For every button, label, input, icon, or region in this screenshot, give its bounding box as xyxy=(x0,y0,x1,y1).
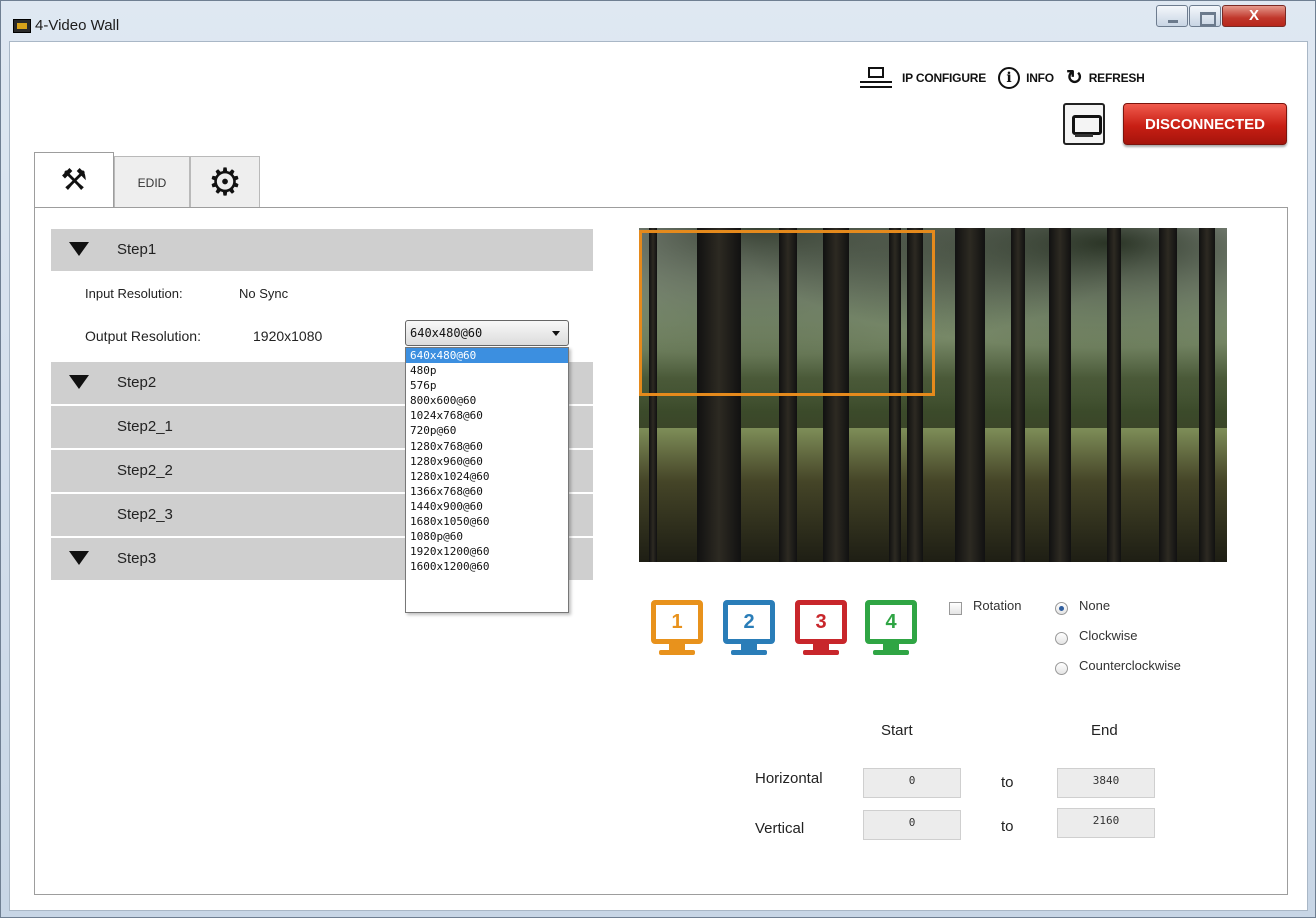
resolution-option[interactable]: 800x600@60 xyxy=(406,393,568,408)
monitor-3-button[interactable]: 3 xyxy=(795,600,847,656)
monitor-2-button[interactable]: 2 xyxy=(723,600,775,656)
info-link[interactable]: INFO xyxy=(1026,71,1054,85)
output-resolution-label: Output Resolution: xyxy=(85,328,201,344)
vertical-label: Vertical xyxy=(755,820,805,837)
title-bar[interactable]: 4-Video Wall X xyxy=(1,1,1315,41)
network-icon[interactable] xyxy=(860,67,894,89)
input-resolution-value: No Sync xyxy=(239,286,289,301)
rotation-checkbox[interactable] xyxy=(949,602,962,615)
app-window: 4-Video Wall X IP CONFIGURE i INFO ↻ REF… xyxy=(0,0,1316,918)
monitor-2-number: 2 xyxy=(723,600,775,644)
rotation-label: Rotation xyxy=(973,598,1022,613)
monitor-1-number: 1 xyxy=(651,600,703,644)
ip-configure-link[interactable]: IP CONFIGURE xyxy=(902,71,986,85)
resolution-option[interactable]: 1280x1024@60 xyxy=(406,469,568,484)
horizontal-start-field[interactable]: 0 xyxy=(863,768,961,798)
resolution-option[interactable]: 1080p@60 xyxy=(406,529,568,544)
rotation-none-radio[interactable] xyxy=(1055,602,1068,615)
expand-triangle-icon xyxy=(69,551,89,565)
monitor-3-number: 3 xyxy=(795,600,847,644)
step1-label: Step1 xyxy=(117,241,157,258)
rotation-clockwise-radio[interactable] xyxy=(1055,632,1068,645)
tab-edid[interactable]: EDID xyxy=(114,156,190,208)
monitor-4-number: 4 xyxy=(865,600,917,644)
step2-2-label: Step2_2 xyxy=(117,462,173,479)
usb-connection-icon[interactable] xyxy=(1063,103,1105,145)
tab-tools[interactable]: ⚒ xyxy=(34,152,114,208)
step2-label: Step2 xyxy=(117,374,157,391)
dropdown-selected-value: 640x480@60 xyxy=(410,326,483,340)
tab-bar: ⚒ EDID ⚙ xyxy=(34,152,260,208)
output-resolution-value: 1920x1080 xyxy=(253,328,323,344)
start-header: Start xyxy=(881,722,913,739)
step2-1-label: Step2_1 xyxy=(117,418,173,435)
monitor-1-button[interactable]: 1 xyxy=(651,600,703,656)
resolution-option[interactable]: 1366x768@60 xyxy=(406,484,568,499)
vertical-start-field[interactable]: 0 xyxy=(863,810,961,840)
horizontal-label: Horizontal xyxy=(755,770,823,787)
resolution-option[interactable]: 1280x768@60 xyxy=(406,439,568,454)
resolution-option[interactable]: 1280x960@60 xyxy=(406,454,568,469)
resolution-option[interactable]: 1920x1200@60 xyxy=(406,544,568,559)
maximize-button[interactable] xyxy=(1189,5,1221,27)
tools-icon: ⚒ xyxy=(60,164,88,197)
input-resolution-label: Input Resolution: xyxy=(85,286,183,301)
tab-settings[interactable]: ⚙ xyxy=(190,156,260,208)
resolution-options-list: 640x480@60 480p 576p 800x600@60 1024x768… xyxy=(405,347,569,613)
expand-triangle-icon xyxy=(69,375,89,389)
gear-icon: ⚙ xyxy=(207,161,243,204)
horizontal-end-field[interactable]: 3840 xyxy=(1057,768,1155,798)
info-icon[interactable]: i xyxy=(998,67,1021,89)
chevron-down-icon[interactable] xyxy=(552,331,560,336)
resolution-option[interactable]: 576p xyxy=(406,378,568,393)
resolution-option[interactable]: 1600x1200@60 xyxy=(406,559,568,574)
window-title: 4-Video Wall xyxy=(35,17,120,34)
connection-status-button[interactable]: DISCONNECTED xyxy=(1123,103,1287,145)
app-logo-icon xyxy=(13,19,31,33)
step3-label: Step3 xyxy=(117,550,157,567)
main-client-area: IP CONFIGURE i INFO ↻ REFRESH DISCONNECT… xyxy=(9,41,1308,911)
refresh-icon[interactable]: ↻ xyxy=(1066,67,1083,89)
resolution-option[interactable]: 720p@60 xyxy=(406,423,568,438)
step1-header[interactable]: Step1 xyxy=(51,229,593,271)
end-header: End xyxy=(1091,722,1118,739)
step2-3-label: Step2_3 xyxy=(117,506,173,523)
resolution-option[interactable]: 1440x900@60 xyxy=(406,499,568,514)
tab-edid-label: EDID xyxy=(137,175,167,190)
resolution-option[interactable]: 640x480@60 xyxy=(406,348,568,364)
horizontal-to-label: to xyxy=(1001,774,1014,791)
header-links: IP CONFIGURE i INFO ↻ REFRESH xyxy=(860,67,1157,89)
rotation-counterclockwise-label: Counterclockwise xyxy=(1079,658,1181,673)
refresh-link[interactable]: REFRESH xyxy=(1089,71,1145,85)
rotation-none-label: None xyxy=(1079,598,1111,613)
rotation-counterclockwise-radio[interactable] xyxy=(1055,662,1068,675)
resolution-option[interactable]: 1024x768@60 xyxy=(406,408,568,423)
expand-triangle-icon xyxy=(69,242,89,256)
tab-content-panel: Step1 Input Resolution: No Sync Output R… xyxy=(34,207,1288,895)
crop-selection-box[interactable] xyxy=(639,230,935,396)
resolution-option[interactable]: 1680x1050@60 xyxy=(406,514,568,529)
vertical-end-field[interactable]: 2160 xyxy=(1057,808,1155,838)
rotation-clockwise-label: Clockwise xyxy=(1079,628,1138,643)
output-resolution-dropdown[interactable]: 640x480@60 xyxy=(405,320,569,346)
vertical-to-label: to xyxy=(1001,818,1014,835)
resolution-option[interactable]: 480p xyxy=(406,363,568,378)
close-button[interactable]: X xyxy=(1222,5,1286,27)
video-preview-image xyxy=(639,228,1227,562)
minimize-button[interactable] xyxy=(1156,5,1188,27)
monitor-4-button[interactable]: 4 xyxy=(865,600,917,656)
